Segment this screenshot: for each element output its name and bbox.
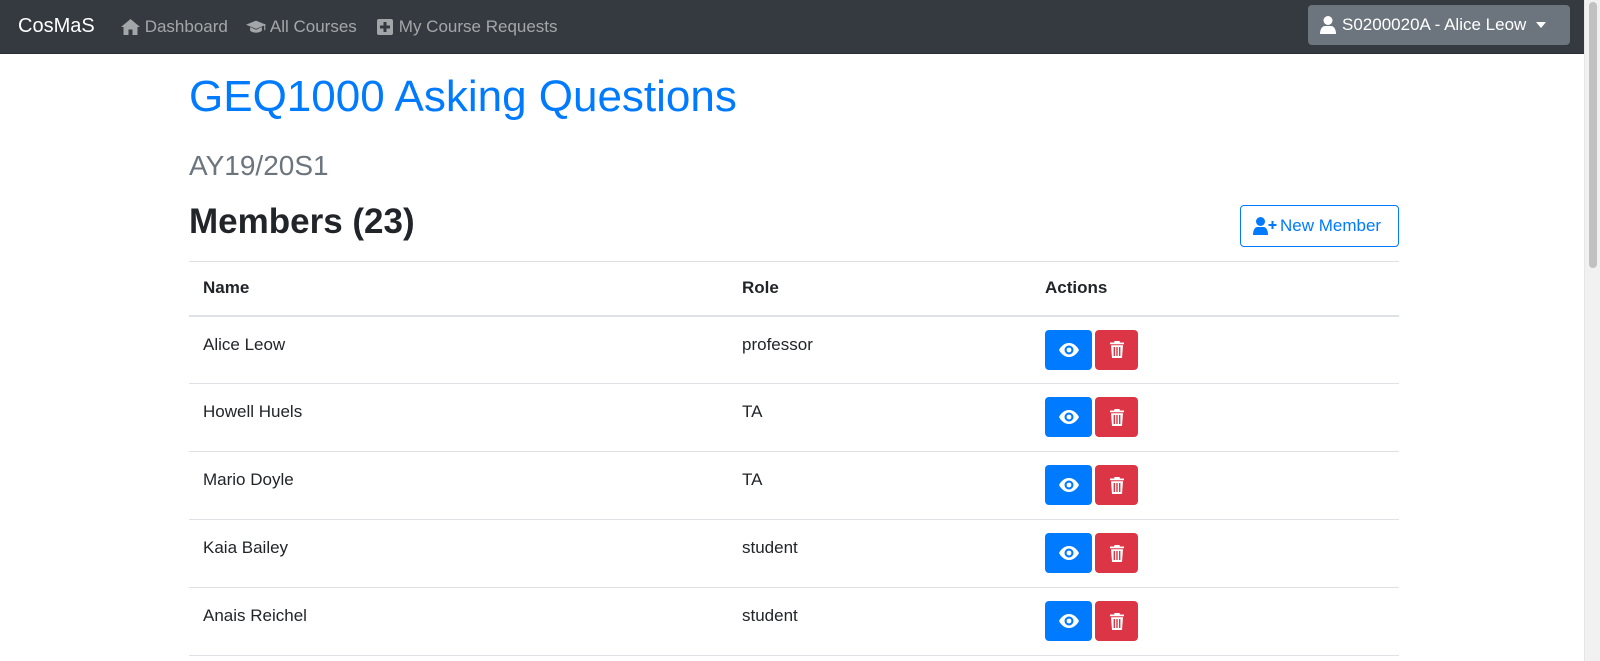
member-name: Howell Huels bbox=[189, 383, 728, 452]
member-name: Kaia Bailey bbox=[189, 519, 728, 588]
user-icon bbox=[1320, 16, 1338, 34]
nav-dashboard[interactable]: Dashboard bbox=[121, 17, 228, 37]
member-actions bbox=[1031, 519, 1399, 588]
delete-member-button[interactable] bbox=[1095, 465, 1138, 505]
table-row: Mario Doyle TA bbox=[189, 451, 1399, 520]
view-member-button[interactable] bbox=[1045, 533, 1092, 573]
nav-all-courses[interactable]: All Courses bbox=[245, 16, 357, 37]
members-heading: Members (23) bbox=[189, 202, 415, 241]
member-role: TA bbox=[728, 383, 1031, 452]
plus-square-icon bbox=[375, 18, 395, 36]
view-member-button[interactable] bbox=[1045, 397, 1092, 437]
member-actions bbox=[1031, 587, 1399, 656]
user-plus-icon bbox=[1253, 217, 1277, 235]
delete-member-button[interactable] bbox=[1095, 533, 1138, 573]
table-row: Alice Leow professor bbox=[189, 315, 1399, 384]
user-menu-label: S0200020A - Alice Leow bbox=[1342, 15, 1527, 34]
member-actions bbox=[1031, 315, 1399, 384]
view-member-button[interactable] bbox=[1045, 465, 1092, 505]
course-semester: AY19/20S1 bbox=[189, 150, 329, 181]
delete-member-button[interactable] bbox=[1095, 329, 1138, 370]
eye-icon bbox=[1058, 546, 1079, 560]
nav-all-courses-label: All Courses bbox=[269, 16, 357, 36]
nav-course-requests[interactable]: My Course Requests bbox=[375, 17, 558, 37]
graduation-cap-icon bbox=[245, 18, 266, 36]
trash-icon bbox=[1109, 476, 1124, 494]
table-header-row: Name Role Actions bbox=[189, 261, 1399, 317]
column-header-name: Name bbox=[189, 261, 728, 317]
trash-icon bbox=[1109, 341, 1124, 358]
member-role: professor bbox=[728, 315, 1031, 384]
page-scrollbar[interactable] bbox=[1584, 0, 1600, 661]
delete-member-button[interactable] bbox=[1095, 397, 1138, 437]
eye-icon bbox=[1058, 614, 1079, 628]
new-member-button[interactable]: New Member bbox=[1240, 205, 1399, 247]
members-table: Name Role Actions Alice Leow professor H… bbox=[189, 261, 1399, 656]
trash-icon bbox=[1109, 408, 1124, 426]
member-actions bbox=[1031, 383, 1399, 452]
member-name: Mario Doyle bbox=[189, 451, 728, 520]
nav-course-requests-label: My Course Requests bbox=[398, 16, 558, 36]
trash-icon bbox=[1109, 544, 1124, 562]
eye-icon bbox=[1058, 342, 1079, 357]
trash-icon bbox=[1109, 612, 1124, 630]
member-name: Alice Leow bbox=[189, 315, 728, 384]
member-name: Anais Reichel bbox=[189, 587, 728, 656]
brand-logo[interactable]: CosMaS bbox=[18, 15, 95, 38]
eye-icon bbox=[1058, 410, 1079, 424]
top-navbar: CosMaS Dashboard All Courses My Course R… bbox=[0, 0, 1584, 54]
course-title: GEQ1000 Asking Questions bbox=[189, 72, 737, 121]
delete-member-button[interactable] bbox=[1095, 601, 1138, 641]
member-role: student bbox=[728, 519, 1031, 588]
column-header-actions: Actions bbox=[1031, 261, 1399, 317]
view-member-button[interactable] bbox=[1045, 601, 1092, 641]
chevron-down-icon bbox=[1536, 22, 1547, 28]
table-row: Kaia Bailey student bbox=[189, 519, 1399, 588]
view-member-button[interactable] bbox=[1045, 329, 1092, 370]
user-menu-dropdown[interactable]: S0200020A - Alice Leow bbox=[1308, 5, 1570, 45]
home-icon bbox=[121, 18, 141, 36]
scrollbar-thumb[interactable] bbox=[1589, 2, 1597, 268]
table-row: Anais Reichel student bbox=[189, 587, 1399, 656]
nav-dashboard-label: Dashboard bbox=[144, 16, 228, 36]
eye-icon bbox=[1058, 478, 1079, 492]
column-header-role: Role bbox=[728, 261, 1031, 317]
member-role: TA bbox=[728, 451, 1031, 520]
new-member-label: New Member bbox=[1280, 216, 1382, 235]
table-row: Howell Huels TA bbox=[189, 383, 1399, 452]
member-role: student bbox=[728, 587, 1031, 656]
member-actions bbox=[1031, 451, 1399, 520]
